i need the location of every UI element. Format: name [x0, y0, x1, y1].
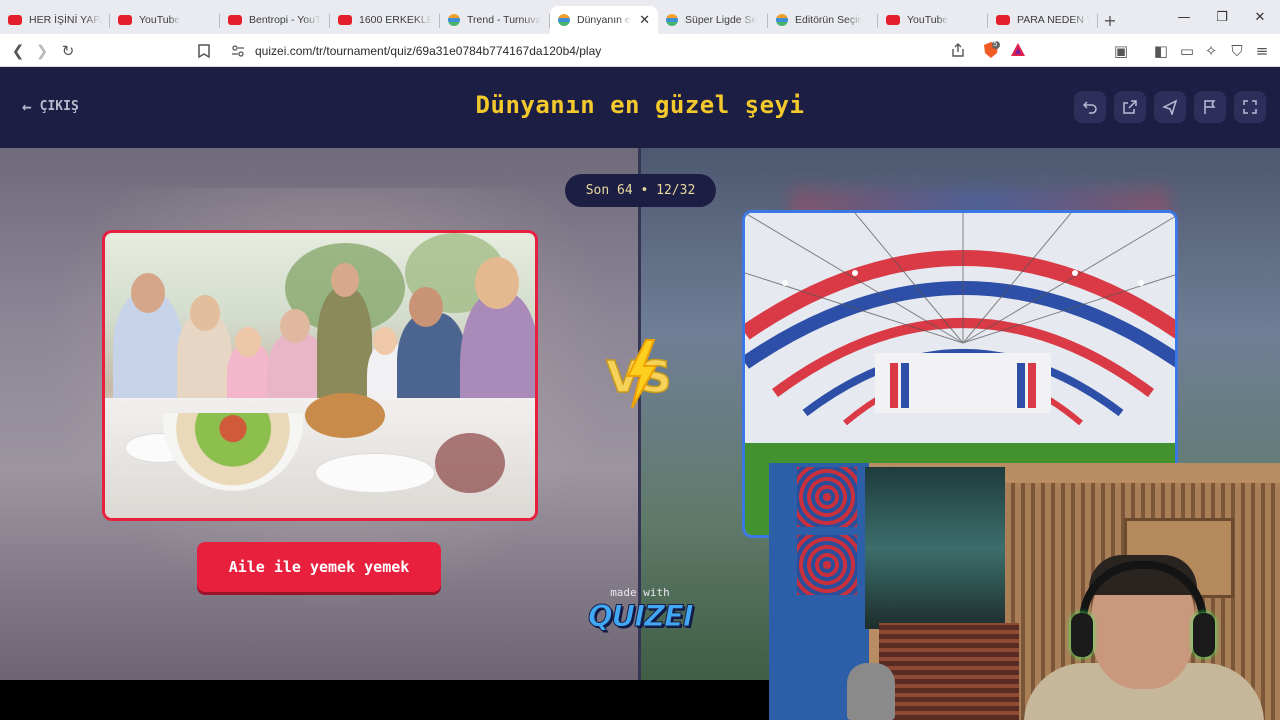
webcam-overlay — [769, 463, 1280, 720]
left-choice-card[interactable] — [102, 230, 538, 521]
tab-list: HER İŞİNİ YAPAN YouTube Bentropi - YouT 160… — [0, 0, 1098, 34]
tab-title: YouTube — [907, 14, 949, 26]
send-button[interactable] — [1154, 91, 1186, 123]
browser-toolbar: ❮ ❯ ↻ quizei.com/tr/tournament/quiz/69a3… — [0, 34, 1280, 67]
report-button[interactable] — [1194, 91, 1226, 123]
browser-tab[interactable]: Editörün Seçin — [768, 6, 878, 34]
browser-tab[interactable]: Süper Ligde Se — [658, 6, 768, 34]
tab-title: Trend - Turnuva — [467, 14, 542, 26]
close-tab-icon[interactable]: ✕ — [639, 12, 650, 28]
fullscreen-button[interactable] — [1234, 91, 1266, 123]
tab-title: HER İŞİNİ YAPAN — [29, 14, 102, 26]
reload-icon[interactable]: ↻ — [57, 40, 79, 62]
forward-icon[interactable]: ❯ — [31, 40, 53, 62]
made-with-text: made with — [610, 586, 670, 599]
quizei-icon — [776, 14, 788, 26]
minimize-icon[interactable]: — — [1165, 0, 1203, 34]
tab-title: Dünyanın e — [577, 14, 631, 26]
round-badge: Son 64 • 12/32 — [565, 174, 716, 207]
browser-tab[interactable]: Dünyanın e ✕ — [550, 6, 658, 34]
browser-tab[interactable]: YouTube — [878, 6, 988, 34]
fullscreen-icon — [1243, 100, 1257, 114]
site-info-icon[interactable] — [231, 43, 245, 62]
youtube-icon — [886, 15, 900, 25]
share-quiz-button[interactable] — [1114, 91, 1146, 123]
tab-title: Süper Ligde Se — [685, 14, 758, 26]
bookmark-icon[interactable] — [193, 40, 215, 62]
maximize-icon[interactable]: ❐ — [1203, 0, 1241, 34]
flag-icon — [1204, 100, 1216, 114]
youtube-icon — [338, 15, 352, 25]
youtube-icon — [118, 15, 132, 25]
close-window-icon[interactable]: ✕ — [1241, 0, 1279, 34]
quizei-icon — [666, 14, 678, 26]
tab-title: Bentropi - YouT — [249, 14, 322, 26]
brave-shields-icon[interactable]: 5 — [982, 40, 1000, 63]
browser-tab[interactable]: Bentropi - YouT — [220, 6, 330, 34]
new-tab-button[interactable]: + — [1098, 6, 1122, 34]
leo-ai-icon[interactable]: ✧ — [1200, 40, 1222, 62]
tab-title: 1600 ERKEKLE B — [359, 14, 432, 26]
left-choice-label-button[interactable]: Aile ile yemek yemek — [197, 542, 441, 592]
address-bar[interactable]: quizei.com/tr/tournament/quiz/69a31e0784… — [222, 38, 1034, 63]
browser-tab[interactable]: PARA NEDEN V — [988, 6, 1098, 34]
quizei-icon — [448, 14, 460, 26]
versus-lightning-icon: VS — [598, 334, 682, 414]
tab-title: PARA NEDEN V — [1017, 14, 1090, 26]
youtube-icon — [996, 15, 1010, 25]
tab-title: YouTube — [139, 14, 181, 26]
youtube-icon — [8, 15, 22, 25]
back-icon[interactable]: ❮ — [7, 40, 29, 62]
share-icon[interactable] — [950, 42, 966, 62]
wallet-icon[interactable]: ▭ — [1176, 40, 1198, 62]
quizei-icon — [558, 14, 570, 26]
url-text: quizei.com/tr/tournament/quiz/69a31e0784… — [255, 43, 602, 58]
browser-tab-strip: HER İŞİNİ YAPAN YouTube Bentropi - YouT 160… — [0, 0, 1280, 34]
youtube-icon — [228, 15, 242, 25]
shield-count-badge: 5 — [993, 40, 998, 48]
undo-button[interactable] — [1074, 91, 1106, 123]
reader-icon[interactable]: ▣ — [1110, 40, 1132, 62]
quiz-header: ← ÇIKIŞ Dünyanın en güzel şeyi — [0, 67, 1280, 148]
browser-tab[interactable]: HER İŞİNİ YAPAN — [0, 6, 110, 34]
external-share-icon — [1123, 100, 1137, 114]
made-with-quizei[interactable]: made with QUIZEI — [588, 586, 695, 634]
undo-icon — [1082, 101, 1097, 114]
vpn-icon[interactable]: ⛉ — [1226, 40, 1248, 62]
menu-icon[interactable]: ≡ — [1251, 40, 1273, 62]
family-dinner-image — [105, 233, 535, 518]
brave-rewards-icon[interactable] — [1010, 42, 1026, 62]
sidebar-icon[interactable]: ◧ — [1150, 40, 1172, 62]
quizei-logo: QUIZEI — [588, 599, 695, 634]
send-icon — [1162, 99, 1178, 115]
tab-title: Editörün Seçin — [795, 14, 864, 26]
browser-tab[interactable]: 1600 ERKEKLE B — [330, 6, 440, 34]
browser-tab[interactable]: YouTube — [110, 6, 220, 34]
browser-tab[interactable]: Trend - Turnuva — [440, 6, 550, 34]
